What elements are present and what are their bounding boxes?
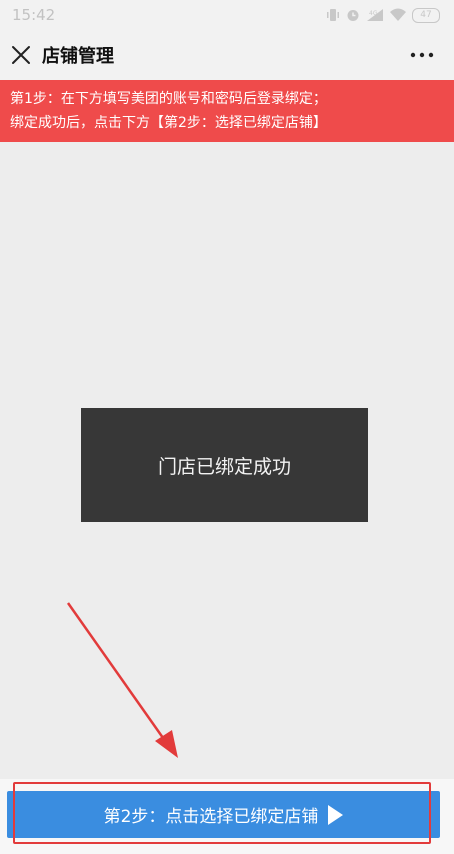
toast-text: 门店已绑定成功 (157, 455, 291, 478)
more-icon[interactable] (410, 52, 434, 58)
signal-icon: 4G (367, 9, 383, 21)
header: 店铺管理 (0, 30, 454, 80)
close-icon[interactable] (10, 44, 32, 66)
battery-icon: 47 (412, 7, 440, 23)
toast-message: 门店已绑定成功 (81, 408, 368, 522)
select-bound-store-label: 第2步：点击选择已绑定店铺 (103, 807, 319, 827)
play-icon (328, 804, 344, 825)
vibrate-icon (327, 9, 339, 21)
status-time: 15:42 (12, 6, 56, 24)
svg-text:4G: 4G (369, 10, 378, 17)
alarm-icon (347, 10, 359, 21)
page-title: 店铺管理 (42, 46, 114, 67)
notice-banner: 第1步：在下方填写美团的账号和密码后登录绑定； 绑定成功后，点击下方【第2步：选… (0, 80, 454, 142)
status-bar: 15:42 4G 47 (0, 0, 454, 30)
notice-line-2: 绑定成功后，点击下方【第2步：选择已绑定店铺】 (10, 115, 327, 131)
select-bound-store-button[interactable]: 第2步：点击选择已绑定店铺 (7, 791, 440, 838)
notice-line-1: 第1步：在下方填写美团的账号和密码后登录绑定； (10, 91, 327, 107)
status-icons: 4G 47 (326, 7, 440, 23)
wifi-icon (390, 8, 406, 21)
